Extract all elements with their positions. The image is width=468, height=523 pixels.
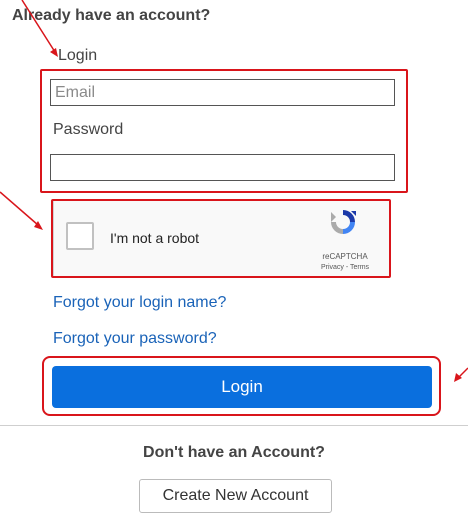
recaptcha-logo-icon <box>328 207 358 237</box>
password-input[interactable] <box>50 154 395 181</box>
create-account-button[interactable]: Create New Account <box>139 479 332 513</box>
red-arrow-icon <box>454 367 468 382</box>
forgot-password-link[interactable]: Forgot your password? <box>53 330 217 348</box>
login-button[interactable]: Login <box>52 366 432 408</box>
login-label: Login <box>58 47 98 64</box>
no-account-prompt: Don't have an Account? <box>143 444 325 461</box>
forgot-login-link[interactable]: Forgot your login name? <box>53 294 226 312</box>
captcha-checkbox[interactable] <box>66 222 94 250</box>
password-label: Password <box>53 121 124 138</box>
recaptcha-privacy-terms[interactable]: Privacy - Terms <box>310 264 380 271</box>
login-section-title: Already have an account? <box>12 7 211 24</box>
recaptcha-brand: reCAPTCHA <box>322 252 368 261</box>
email-input[interactable] <box>50 79 395 106</box>
section-divider <box>0 425 468 426</box>
captcha-label: I'm not a robot <box>110 230 200 246</box>
red-arrow-icon <box>0 191 43 230</box>
